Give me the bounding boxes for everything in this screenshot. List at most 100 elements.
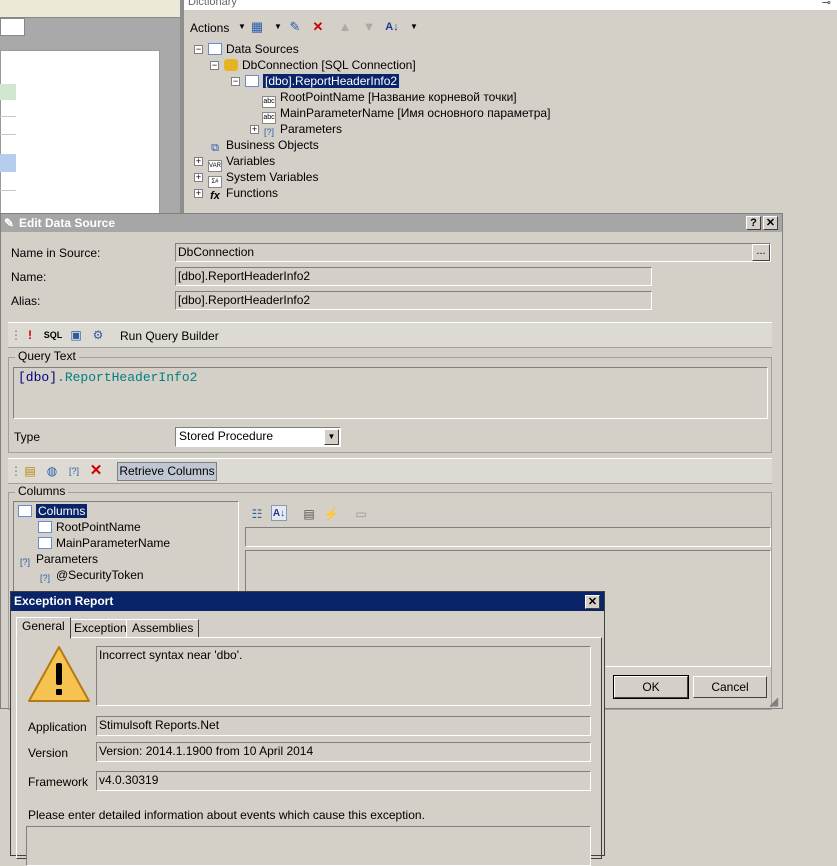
new-parameter-icon[interactable]: [?] bbox=[66, 463, 82, 479]
alias-field[interactable]: [dbo].ReportHeaderInfo2 bbox=[175, 291, 652, 310]
name-label: Name: bbox=[11, 270, 47, 284]
table-icon bbox=[245, 75, 259, 87]
type-select[interactable]: Stored Procedure ▼ bbox=[175, 427, 341, 447]
execute-icon[interactable]: ! bbox=[22, 327, 38, 343]
dictionary-title: Dictionary bbox=[184, 0, 837, 10]
dropdown-arrow-icon[interactable]: ▼ bbox=[406, 19, 422, 35]
tree-node-table[interactable]: [dbo].ReportHeaderInfo2 bbox=[245, 73, 400, 89]
version-label: Version bbox=[28, 746, 69, 760]
tab-general[interactable]: General bbox=[16, 617, 71, 639]
warning-icon bbox=[28, 646, 90, 702]
new-item-icon[interactable]: ▦ bbox=[249, 19, 265, 35]
sort-az-icon[interactable]: A↓ bbox=[271, 505, 287, 521]
exception-message[interactable]: Incorrect syntax near 'dbo'. bbox=[96, 646, 591, 706]
query-view-icon[interactable]: ▣ bbox=[68, 327, 84, 343]
events-icon[interactable]: ⚡ bbox=[323, 506, 339, 522]
tab-exception[interactable]: Exception bbox=[68, 619, 133, 638]
close-button[interactable]: ✕ bbox=[763, 216, 778, 230]
parameter-icon: [?] bbox=[39, 573, 50, 583]
parameter-icon: [?] bbox=[19, 557, 30, 567]
exception-report-dialog: Exception Report ✕ General Exception Ass… bbox=[10, 591, 605, 866]
exception-title-bar[interactable]: Exception Report bbox=[11, 592, 604, 611]
sort-az-icon[interactable]: A↓ bbox=[384, 19, 400, 35]
browse-button[interactable]: ... bbox=[752, 244, 770, 261]
close-button[interactable]: ✕ bbox=[585, 595, 600, 609]
name-in-source-field[interactable]: DbConnection bbox=[175, 243, 771, 262]
report-designer-canvas bbox=[0, 0, 180, 215]
move-up-icon[interactable]: ▲ bbox=[337, 19, 353, 35]
edit-icon[interactable]: ✎ bbox=[287, 19, 303, 35]
version-field[interactable]: Version: 2014.1.1900 from 10 April 2014 bbox=[96, 742, 591, 762]
properties-icon[interactable]: ▤ bbox=[301, 506, 317, 522]
column-icon bbox=[38, 521, 52, 533]
name-in-source-label: Name in Source: bbox=[11, 246, 101, 260]
collapse-icon[interactable]: − bbox=[210, 61, 219, 70]
expand-icon[interactable]: + bbox=[194, 173, 203, 182]
type-label: Type bbox=[14, 430, 41, 444]
tree-node-parameters[interactable]: [?] Parameters bbox=[262, 121, 342, 137]
info-prompt-label: Please enter detailed information about … bbox=[28, 808, 425, 822]
dialog-title-bar[interactable]: ✎ Edit Data Source bbox=[1, 214, 782, 232]
property-toolbar: ☷ A↓ ▤ ⚡ ▭ bbox=[245, 503, 771, 525]
delete-icon[interactable]: ✕ bbox=[310, 19, 326, 35]
designer-page-tab[interactable] bbox=[0, 18, 25, 36]
report-band-data bbox=[0, 154, 16, 172]
pencil-icon: ✎ bbox=[4, 216, 15, 230]
resize-grip-icon[interactable]: ◢ bbox=[769, 694, 778, 708]
columns-toolbar: ⋮ ▤ ◍ [?] ✕ Retrieve Columns bbox=[8, 458, 772, 484]
collapse-icon[interactable]: − bbox=[194, 45, 203, 54]
framework-field[interactable]: v4.0.30319 bbox=[96, 771, 591, 791]
tree-node-column[interactable]: abc RootPointName [Название корневой точк… bbox=[262, 89, 517, 108]
new-column-icon[interactable]: ▤ bbox=[22, 463, 38, 479]
tab-assemblies[interactable]: Assemblies bbox=[126, 619, 200, 638]
dropdown-arrow-icon[interactable]: ▼ bbox=[234, 19, 250, 35]
tree-node-column[interactable]: RootPointName bbox=[38, 519, 141, 535]
framework-label: Framework bbox=[28, 775, 89, 789]
property-pages-icon[interactable]: ▭ bbox=[353, 506, 369, 522]
help-button[interactable]: ? bbox=[746, 216, 761, 230]
collapse-icon[interactable]: − bbox=[231, 77, 240, 86]
query-text-editor[interactable]: [dbo].ReportHeaderInfo2 bbox=[13, 367, 768, 419]
grid-line bbox=[0, 190, 16, 191]
columns-icon bbox=[18, 505, 32, 517]
retrieve-columns-button[interactable]: Retrieve Columns bbox=[117, 462, 217, 481]
tree-node-columns[interactable]: Columns bbox=[18, 503, 88, 519]
tree-node-column[interactable]: MainParameterName bbox=[38, 535, 170, 551]
tree-node-connection[interactable]: DbConnection [SQL Connection] bbox=[224, 57, 416, 73]
tree-node-variables[interactable]: VAR Variables bbox=[208, 153, 275, 172]
run-query-builder-button[interactable]: Run Query Builder bbox=[120, 329, 219, 343]
tree-node-parameter[interactable]: [?] @SecurityToken bbox=[38, 567, 144, 583]
categorized-icon[interactable]: ☷ bbox=[249, 506, 265, 522]
expand-icon[interactable]: + bbox=[194, 157, 203, 166]
tree-node-column[interactable]: abc MainParameterName [Имя основного пара… bbox=[262, 105, 550, 124]
actions-menu[interactable]: Actions bbox=[190, 21, 229, 35]
expand-icon[interactable]: + bbox=[250, 125, 259, 134]
tree-node-functions[interactable]: fx Functions bbox=[208, 185, 278, 202]
alias-label: Alias: bbox=[11, 294, 41, 308]
ok-button[interactable]: OK bbox=[613, 675, 689, 699]
report-page bbox=[0, 50, 160, 215]
details-textarea[interactable] bbox=[26, 826, 591, 866]
database-icon bbox=[224, 59, 238, 71]
dictionary-panel: Dictionary ⊸ Actions ▼ ▦ ▼ ✎ ✕ ▲ ▼ A↓ ▼ … bbox=[184, 0, 837, 215]
application-label: Application bbox=[28, 720, 87, 734]
dropdown-arrow-icon[interactable]: ▼ bbox=[324, 429, 339, 445]
grid-line bbox=[0, 134, 16, 135]
name-field[interactable]: [dbo].ReportHeaderInfo2 bbox=[175, 267, 652, 286]
tree-node-business-objects[interactable]: ⧉ Business Objects bbox=[208, 137, 319, 154]
tree-node-parameters[interactable]: [?] Parameters bbox=[18, 551, 98, 567]
sql-icon[interactable]: SQL bbox=[41, 327, 65, 343]
expand-icon[interactable]: + bbox=[194, 189, 203, 198]
query-builder-icon[interactable]: ⚙ bbox=[90, 327, 106, 343]
new-calculated-column-icon[interactable]: ◍ bbox=[44, 463, 60, 479]
delete-icon[interactable]: ✕ bbox=[88, 463, 104, 479]
exception-title: Exception Report bbox=[14, 594, 114, 608]
pin-icon[interactable]: ⊸ bbox=[822, 0, 831, 9]
move-down-icon[interactable]: ▼ bbox=[361, 19, 377, 35]
property-selector[interactable] bbox=[245, 527, 771, 547]
tree-node-system-variables[interactable]: Σ# System Variables bbox=[208, 169, 318, 188]
application-field[interactable]: Stimulsoft Reports.Net bbox=[96, 716, 591, 736]
dropdown-arrow-icon[interactable]: ▼ bbox=[270, 19, 286, 35]
tree-node-data-sources[interactable]: Data Sources bbox=[208, 41, 299, 57]
cancel-button[interactable]: Cancel bbox=[693, 676, 767, 698]
